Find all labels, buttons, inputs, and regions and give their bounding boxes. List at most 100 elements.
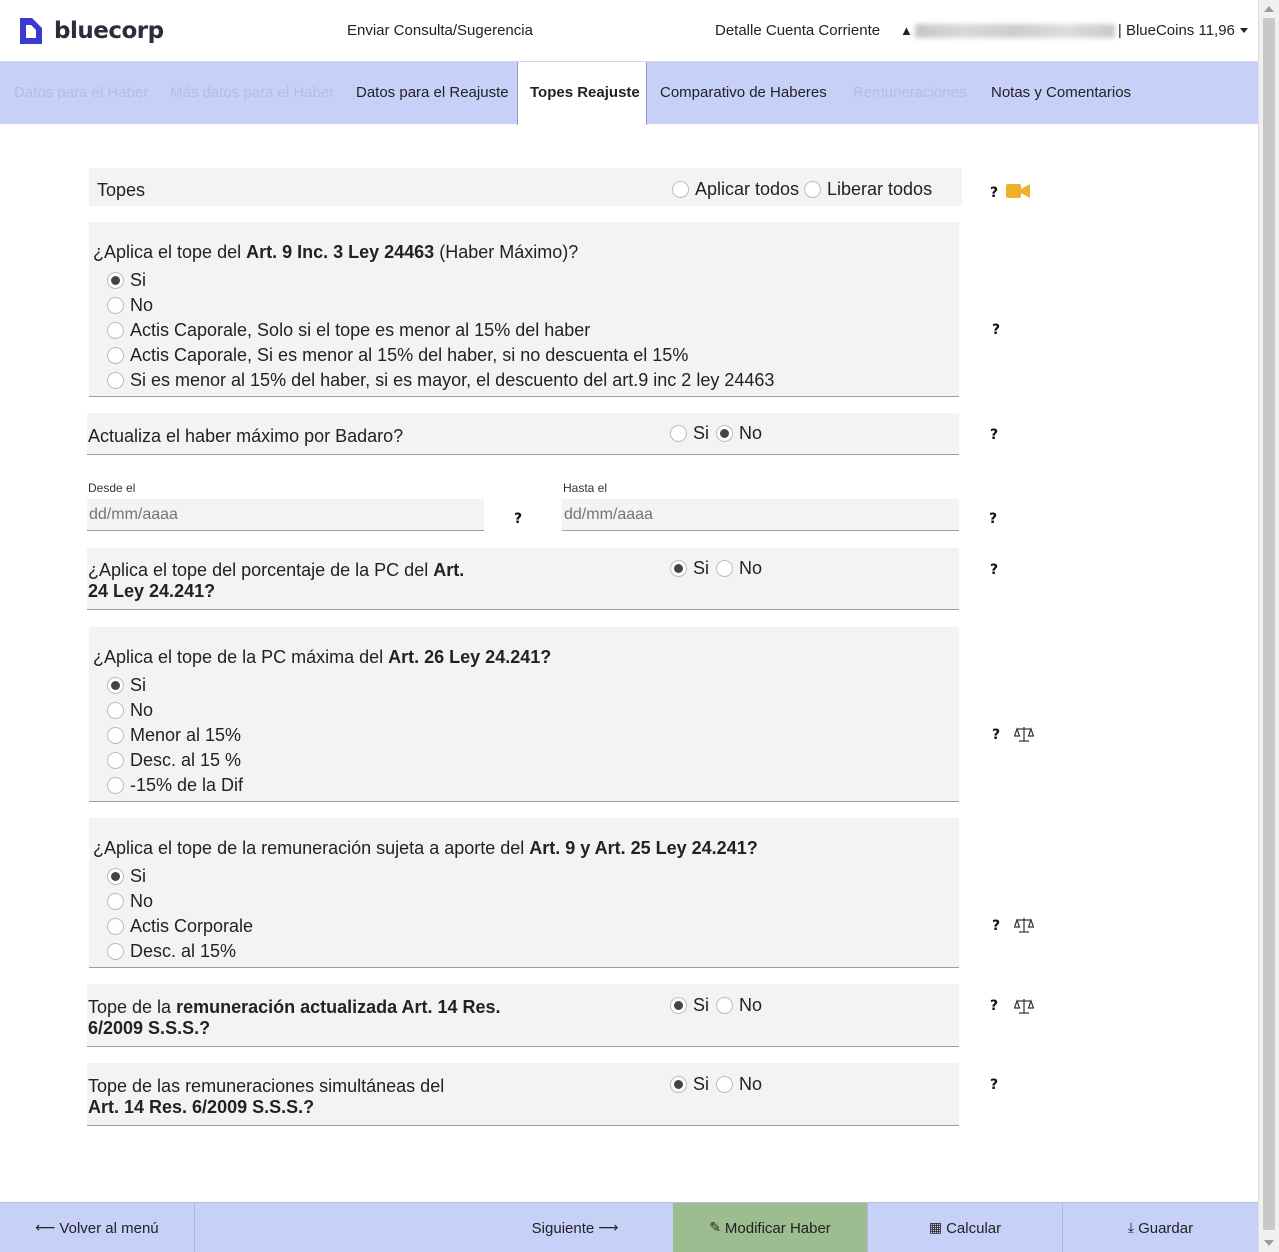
q4-option-si[interactable]: Si	[107, 674, 146, 696]
radio-circle	[804, 180, 821, 198]
edit-icon: ✎	[709, 1220, 721, 1236]
q1-option-no[interactable]: No	[107, 294, 153, 316]
user-icon: ▲	[900, 23, 913, 38]
tab-comparativo[interactable]: Comparativo de Haberes	[660, 62, 827, 124]
tab-notas[interactable]: Notas y Comentarios	[991, 62, 1131, 124]
q4-option-dif[interactable]: -15% de la Dif	[107, 774, 243, 796]
radio-circle	[107, 321, 124, 339]
q6-no-radio[interactable]: No	[716, 994, 762, 1016]
topes-title: Topes	[97, 180, 146, 200]
q7-help-icon[interactable]: ?	[990, 1077, 998, 1093]
radio-circle	[107, 371, 124, 389]
topes-help-icon[interactable]: ?	[990, 185, 998, 201]
radio-circle	[716, 424, 733, 442]
radio-circle	[107, 776, 124, 794]
q3-si-radio[interactable]: Si	[670, 557, 709, 579]
guardar-label: Guardar	[1138, 1219, 1194, 1237]
cuenta-corriente-link[interactable]: Detalle Cuenta Corriente	[715, 22, 880, 39]
q5-section: ¿Aplica el tope de la remuneración sujet…	[89, 818, 959, 968]
q3-help-icon[interactable]: ?	[990, 562, 998, 578]
q1-question: ¿Aplica el tope del Art. 9 Inc. 3 Ley 24…	[93, 242, 579, 262]
q1-option-si[interactable]: Si	[107, 269, 146, 291]
modificar-haber-button[interactable]: ✎ Modificar Haber	[673, 1203, 868, 1252]
logo-text: bluecorp	[54, 18, 164, 44]
q2-help-icon[interactable]: ?	[990, 427, 998, 443]
q1-option-actis-descuenta[interactable]: Actis Caporale, Si es menor al 15% del h…	[107, 344, 688, 366]
radio-circle	[716, 996, 733, 1014]
desde-date-input[interactable]	[87, 499, 484, 531]
volver-label: Volver al menú	[59, 1219, 159, 1237]
video-camera-icon[interactable]	[1006, 183, 1030, 199]
q4-option-no[interactable]: No	[107, 699, 153, 721]
calcular-label: Calcular	[946, 1219, 1002, 1237]
q5-help-icon[interactable]: ?	[992, 918, 1000, 934]
balance-scale-icon[interactable]	[1014, 997, 1034, 1015]
hasta-date-input[interactable]	[562, 499, 959, 531]
download-icon: ⤓	[1127, 1220, 1135, 1236]
q5-option-desc[interactable]: Desc. al 15%	[107, 940, 236, 962]
radio-circle	[107, 726, 124, 744]
desde-help-icon[interactable]: ?	[514, 511, 522, 527]
scroll-thumb[interactable]	[1263, 18, 1275, 1230]
logo[interactable]: bluecorp	[18, 16, 164, 46]
volver-button[interactable]: ⟵ Volver al menú	[0, 1203, 195, 1252]
vertical-scrollbar[interactable]	[1258, 0, 1279, 1252]
q4-option-menor[interactable]: Menor al 15%	[107, 724, 241, 746]
q3-no-radio[interactable]: No	[716, 557, 762, 579]
liberar-todos-radio[interactable]: Liberar todos	[804, 178, 932, 200]
balance-scale-icon[interactable]	[1014, 725, 1034, 743]
q2-no-radio[interactable]: No	[716, 422, 762, 444]
radio-circle	[107, 701, 124, 719]
q5-question: ¿Aplica el tope de la remuneración sujet…	[93, 838, 758, 858]
caret-down-icon	[1239, 28, 1248, 33]
balance-scale-icon[interactable]	[1014, 916, 1034, 934]
footer-bar: ⟵ Volver al menú Siguiente ⟶ ✎ Modificar…	[0, 1202, 1258, 1252]
q4-section: ¿Aplica el tope de la PC máxima del Art.…	[89, 627, 959, 802]
tab-bar: Datos para el Haber Más datos para el Ha…	[0, 62, 1258, 125]
radio-circle	[107, 296, 124, 314]
q3-section: ¿Aplica el tope del porcentaje de la PC …	[87, 548, 959, 610]
q6-section: Tope de la remuneración actualizada Art.…	[87, 984, 959, 1047]
q2-section: Actualiza el haber máximo por Badaro? Si…	[87, 413, 959, 455]
radio-circle	[107, 867, 124, 885]
radio-circle	[107, 346, 124, 364]
scroll-down-icon[interactable]	[1264, 1240, 1274, 1246]
q7-si-radio[interactable]: Si	[670, 1073, 709, 1095]
modificar-label: Modificar Haber	[724, 1219, 831, 1237]
q2-si-radio[interactable]: Si	[670, 422, 709, 444]
tab-datos-haber[interactable]: Datos para el Haber	[14, 62, 148, 124]
tab-remuneraciones[interactable]: Remuneraciones	[853, 62, 966, 124]
tab-topes-reajuste[interactable]: Topes Reajuste	[517, 62, 647, 125]
guardar-button[interactable]: ⤓ Guardar	[1063, 1203, 1258, 1252]
radio-circle	[670, 996, 687, 1014]
q1-option-art9[interactable]: Si es menor al 15% del haber, si es mayo…	[107, 369, 774, 391]
radio-circle	[107, 942, 124, 960]
radio-circle	[672, 180, 689, 198]
tab-mas-datos-haber[interactable]: Más datos para el Haber	[170, 62, 334, 124]
q6-si-radio[interactable]: Si	[670, 994, 709, 1016]
radio-circle	[670, 1075, 687, 1093]
q1-section: ¿Aplica el tope del Art. 9 Inc. 3 Ley 24…	[89, 222, 959, 397]
desde-label: Desde el	[88, 481, 136, 495]
arrow-right-icon: ⟶	[598, 1220, 619, 1236]
q1-help-icon[interactable]: ?	[992, 322, 1000, 338]
aplicar-todos-radio[interactable]: Aplicar todos	[672, 178, 799, 200]
consulta-link[interactable]: Enviar Consulta/Sugerencia	[347, 22, 533, 39]
bluecoins-label: | BlueCoins 11,96	[1117, 22, 1235, 39]
q7-no-radio[interactable]: No	[716, 1073, 762, 1095]
siguiente-button[interactable]: Siguiente ⟶	[480, 1203, 670, 1252]
calcular-button[interactable]: ▦ Calcular	[868, 1203, 1063, 1252]
scroll-up-icon[interactable]	[1264, 6, 1274, 12]
q5-option-si[interactable]: Si	[107, 865, 146, 887]
user-email-redacted	[914, 23, 1115, 38]
q5-option-actis[interactable]: Actis Corporale	[107, 915, 253, 937]
q4-option-desc[interactable]: Desc. al 15 %	[107, 749, 241, 771]
q6-help-icon[interactable]: ?	[990, 998, 998, 1014]
q4-help-icon[interactable]: ?	[992, 727, 1000, 743]
q5-option-no[interactable]: No	[107, 890, 153, 912]
tab-datos-reajuste[interactable]: Datos para el Reajuste	[356, 62, 509, 124]
q1-option-actis-solo[interactable]: Actis Caporale, Solo si el tope es menor…	[107, 319, 590, 341]
user-menu[interactable]: ▲ | BlueCoins 11,96	[900, 22, 1248, 39]
q7-section: Tope de las remuneraciones simultáneas d…	[87, 1063, 959, 1126]
hasta-help-icon[interactable]: ?	[989, 511, 997, 527]
